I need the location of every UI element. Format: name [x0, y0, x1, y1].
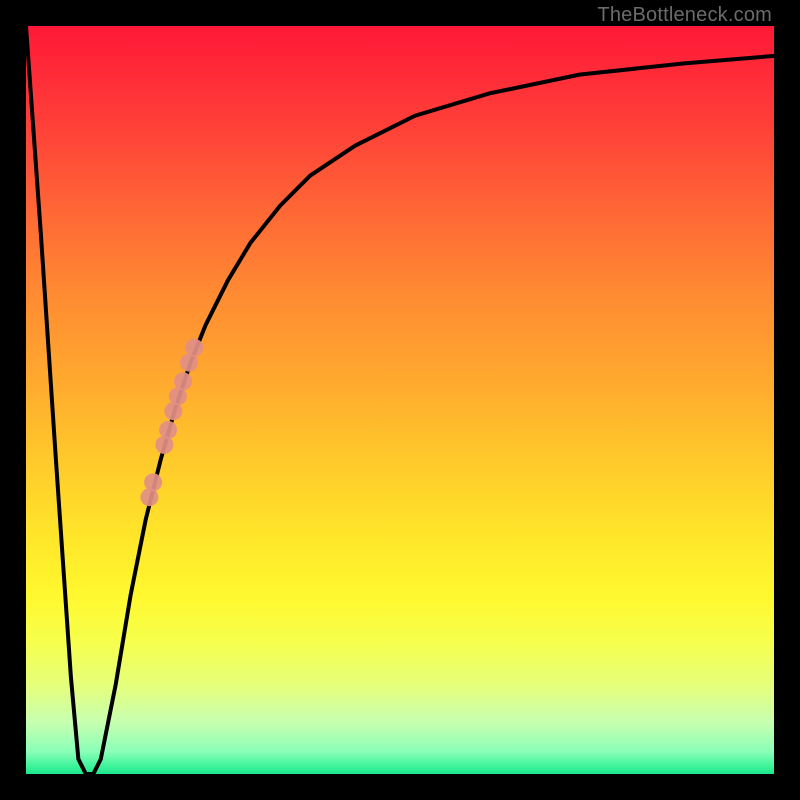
bottleneck-curve: [26, 26, 774, 774]
plot-area: [26, 26, 774, 774]
data-marker: [185, 339, 203, 357]
data-marker: [159, 421, 177, 439]
curve-layer: [26, 26, 774, 774]
data-marker: [144, 473, 162, 491]
watermark-text: TheBottleneck.com: [597, 4, 772, 27]
chart-frame: TheBottleneck.com: [0, 0, 800, 800]
data-marker: [155, 436, 173, 454]
data-marker: [174, 372, 192, 390]
data-marker: [140, 488, 158, 506]
